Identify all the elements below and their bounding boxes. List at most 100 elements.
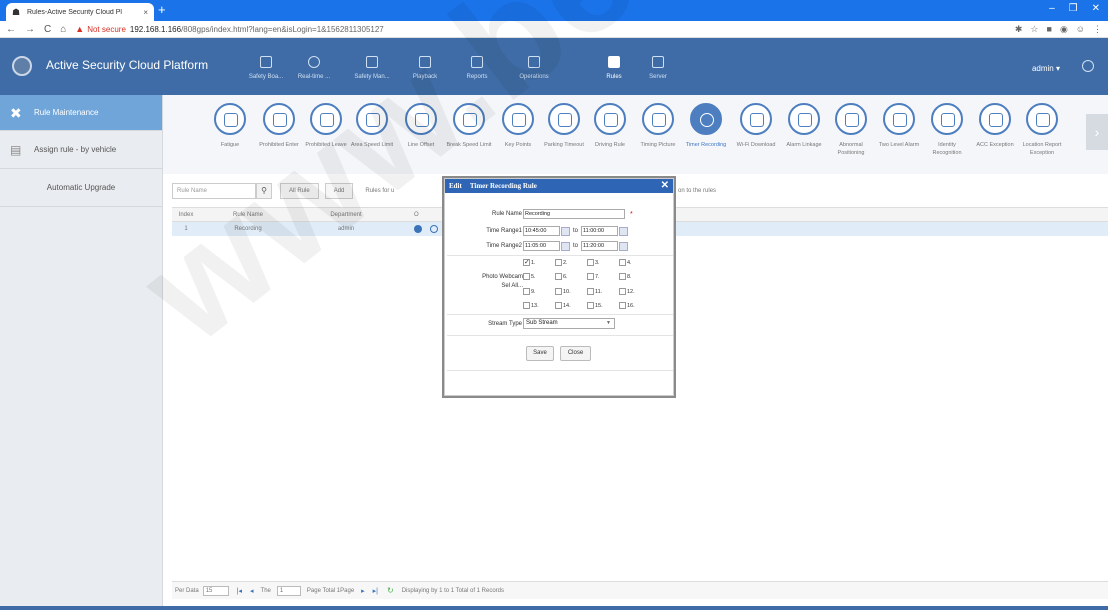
rule-timing-picture[interactable]: Timing Picture (635, 103, 681, 149)
next-rules-chevron-icon[interactable]: › (1086, 114, 1108, 150)
minimize-icon[interactable]: – (1049, 3, 1055, 14)
window-close-icon[interactable]: ✕ (1092, 3, 1100, 14)
webcam-checkbox[interactable]: 11. (587, 288, 602, 295)
view-icon[interactable] (430, 225, 438, 233)
webcam-checkbox[interactable]: 12. (619, 288, 635, 295)
webcam-checkbox[interactable]: 7. (587, 273, 600, 280)
checkbox-box[interactable] (587, 273, 594, 280)
clock-picker-icon[interactable] (561, 241, 570, 251)
select-all-link[interactable]: Sel All... (475, 282, 523, 291)
checkbox-box[interactable] (523, 302, 530, 309)
close-icon[interactable]: ✕ (661, 179, 669, 193)
rule-location-report-exception[interactable]: Location Report Exception (1019, 103, 1065, 157)
save-button[interactable]: Save (526, 346, 554, 361)
checkbox-box[interactable] (619, 273, 626, 280)
sidebar-item-rule-maintenance[interactable]: ✖ Rule Maintenance (0, 95, 162, 131)
rule-acc-exception[interactable]: ACC Exception (972, 103, 1018, 149)
page-number-input[interactable]: 1 (276, 585, 301, 596)
sidebar-item-assign-rule[interactable]: ▤ Assign rule - by vehicle (0, 131, 162, 169)
tab-close-icon[interactable]: × (143, 8, 148, 17)
time-range1-from-input[interactable]: 10:45:00 (523, 226, 560, 236)
webcam-checkbox[interactable]: 9. (523, 288, 536, 295)
menu-playback[interactable]: Playback (401, 56, 449, 80)
rule-prohibited-enter[interactable]: Prohibited Enter (256, 103, 302, 149)
forward-icon[interactable]: → (25, 24, 35, 35)
rule-name-input[interactable]: Recording (523, 209, 625, 219)
checkbox-box[interactable] (523, 288, 530, 295)
checkbox-box[interactable] (555, 259, 562, 266)
last-page-icon[interactable]: ▸| (373, 587, 378, 595)
first-page-icon[interactable]: |◂ (237, 587, 242, 595)
power-icon[interactable] (1082, 60, 1094, 72)
webcam-checkbox[interactable]: 5. (523, 273, 536, 280)
search-icon[interactable]: ⚲ (256, 183, 272, 199)
menu-safety-board[interactable]: Safety Boa... (242, 56, 290, 80)
clock-picker-icon[interactable] (619, 226, 629, 236)
close-button[interactable]: Close (560, 346, 591, 361)
home-icon[interactable]: ⌂ (60, 24, 66, 35)
per-page-select[interactable]: 15 (202, 585, 229, 596)
rule-key-points[interactable]: Key Points (495, 103, 541, 149)
checkbox-box[interactable] (619, 288, 626, 295)
checkbox-box[interactable] (523, 258, 530, 266)
checkbox-box[interactable] (619, 259, 626, 266)
rule-alarm-linkage[interactable]: Alarm Linkage (781, 103, 827, 149)
sync-icon[interactable]: ◉ (1060, 24, 1068, 35)
prev-page-icon[interactable]: ◂ (250, 587, 254, 595)
restore-icon[interactable]: ❐ (1069, 3, 1078, 14)
time-range1-to-input[interactable]: 11:00:00 (581, 226, 619, 236)
webcam-checkbox[interactable]: 15. (587, 302, 603, 309)
back-icon[interactable]: ← (6, 24, 16, 35)
rule-prohibited-leave[interactable]: Prohibited Leave (303, 103, 349, 149)
user-menu[interactable]: admin ▾ (1032, 64, 1060, 73)
webcam-checkbox[interactable]: 2. (555, 259, 568, 266)
extension-icon[interactable]: ■ (1047, 24, 1052, 35)
rule-wifi-download[interactable]: Wi-Fi Download (733, 103, 779, 149)
bookmark-star-icon[interactable]: ☆ (1030, 24, 1038, 35)
rule-driving-rule[interactable]: Driving Rule (587, 103, 633, 149)
add-rule-button[interactable]: Add (324, 183, 354, 199)
webcam-checkbox[interactable]: 8. (619, 273, 632, 280)
menu-real-time[interactable]: Real-time ... (290, 56, 338, 80)
checkbox-box[interactable] (555, 288, 562, 295)
webcam-checkbox[interactable]: 13. (523, 302, 539, 309)
menu-operations[interactable]: Operations (510, 56, 558, 80)
menu-rules[interactable]: Rules (590, 56, 638, 80)
rule-two-level-alarm[interactable]: Two Level Alarm (876, 103, 922, 149)
checkbox-box[interactable] (587, 259, 594, 266)
edit-icon[interactable] (414, 225, 422, 233)
checkbox-box[interactable] (523, 273, 530, 280)
refresh-icon[interactable]: ↻ (387, 586, 394, 595)
not-secure-label[interactable]: Not secure (87, 25, 126, 34)
time-range2-to-input[interactable]: 11:20:00 (581, 241, 619, 251)
webcam-checkbox[interactable]: 14. (555, 302, 571, 309)
menu-safety-management[interactable]: Safety Man... (348, 56, 396, 80)
rule-name-search-input[interactable]: Rule Name (172, 183, 256, 199)
sidebar-item-automatic-upgrade[interactable]: Automatic Upgrade (0, 169, 162, 207)
rule-identity-recognition[interactable]: Identity Recognition (924, 103, 970, 157)
reload-icon[interactable]: C (44, 24, 51, 35)
translate-icon[interactable]: ✱ (1015, 24, 1023, 35)
webcam-checkbox[interactable]: 4. (619, 259, 632, 266)
dialog-title-bar[interactable]: Edit Timer Recording Rule ✕ (445, 179, 673, 193)
webcam-checkbox[interactable]: 6. (555, 273, 568, 280)
clock-picker-icon[interactable] (561, 226, 570, 236)
rule-parking-timeout[interactable]: Parking Timeout (541, 103, 587, 149)
webcam-checkbox[interactable]: 3. (587, 259, 600, 266)
rule-timer-recording[interactable]: Timer Recording (683, 103, 729, 149)
rule-fatigue[interactable]: Fatigue (207, 103, 253, 149)
url-field[interactable]: 192.168.1.166/808gps/index.html?lang=en&… (130, 25, 384, 34)
clock-picker-icon[interactable] (619, 241, 629, 251)
browser-tab[interactable]: ☗ Rules-Active Security Cloud Pl × (6, 3, 154, 21)
browser-menu-icon[interactable]: ⋮ (1093, 24, 1102, 35)
webcam-checkbox[interactable]: 1. (523, 258, 536, 266)
checkbox-box[interactable] (619, 302, 626, 309)
rule-break-speed-limit[interactable]: Break Speed Limit (446, 103, 492, 149)
next-page-icon[interactable]: ▸ (361, 587, 365, 595)
webcam-checkbox[interactable]: 10. (555, 288, 571, 295)
checkbox-box[interactable] (555, 302, 562, 309)
profile-icon[interactable]: ☺ (1076, 24, 1085, 35)
menu-reports[interactable]: Reports (453, 56, 501, 80)
checkbox-box[interactable] (587, 288, 594, 295)
webcam-checkbox[interactable]: 16. (619, 302, 635, 309)
